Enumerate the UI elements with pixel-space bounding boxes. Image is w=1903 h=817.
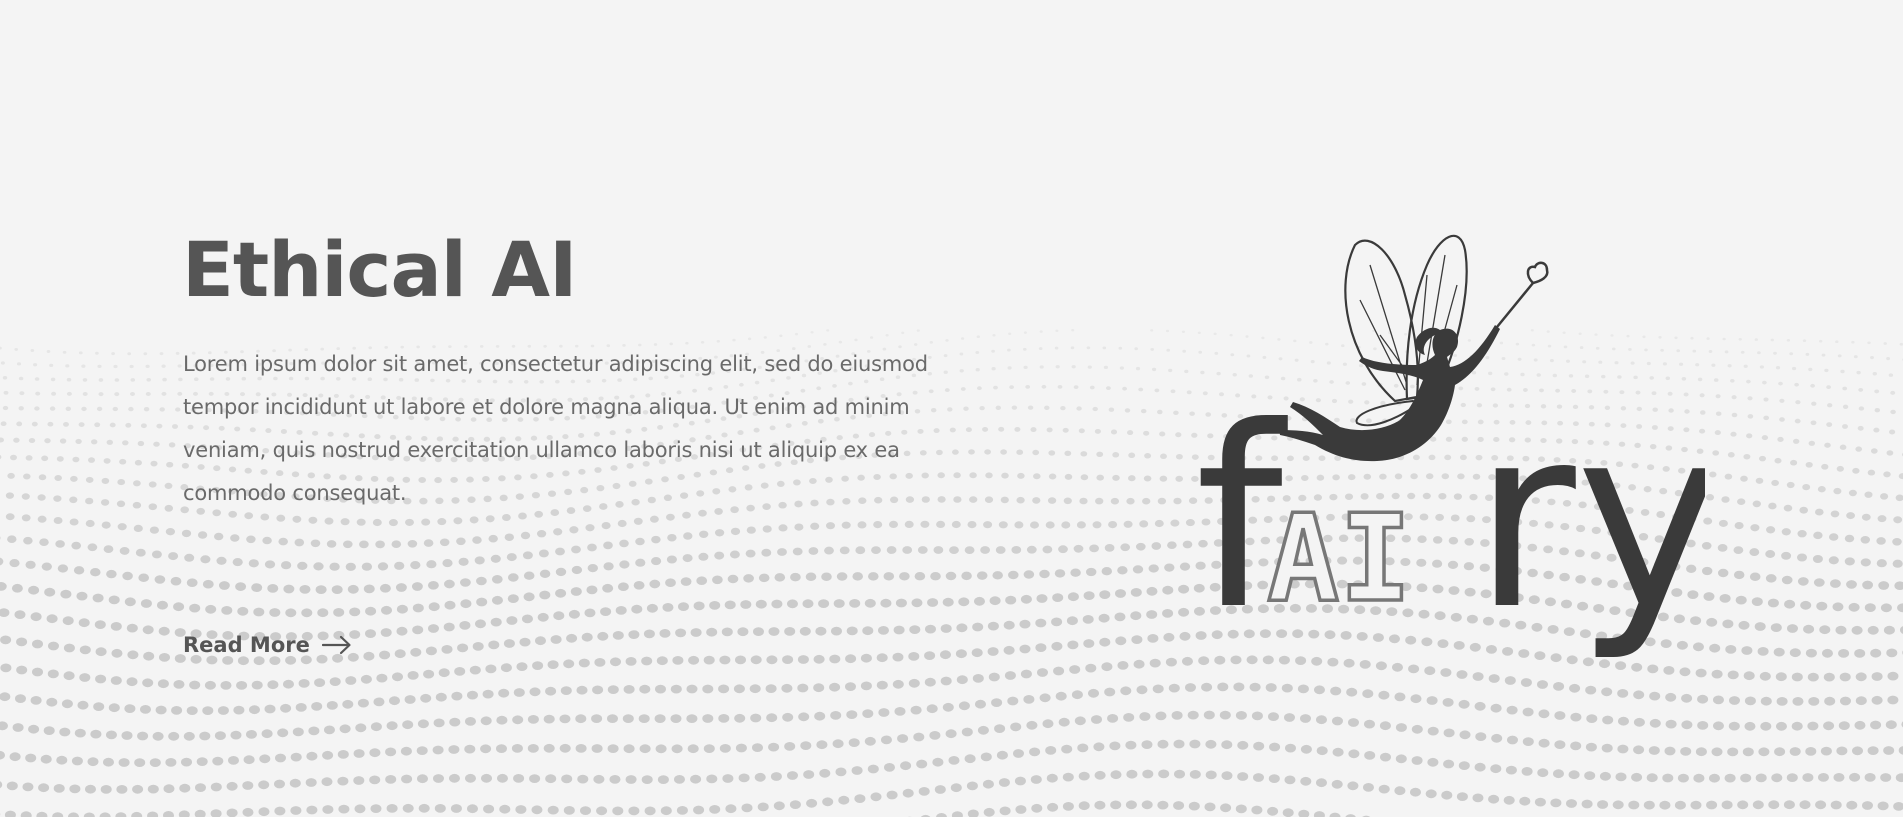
page-title: Ethical AI [182, 225, 577, 314]
hero-section: Ethical AI Lorem ipsum dolor sit amet, c… [0, 0, 1903, 817]
read-more-link[interactable]: Read More [183, 633, 352, 657]
hero-description: Lorem ipsum dolor sit amet, consectetur … [183, 352, 928, 505]
logo-letters-ry: ry [1473, 373, 1705, 660]
logo-letters-ai: AI [1267, 490, 1412, 629]
arrow-right-icon [321, 635, 351, 655]
fairy-logo: f AI ry [1195, 234, 1705, 660]
read-more-label: Read More [183, 633, 310, 657]
